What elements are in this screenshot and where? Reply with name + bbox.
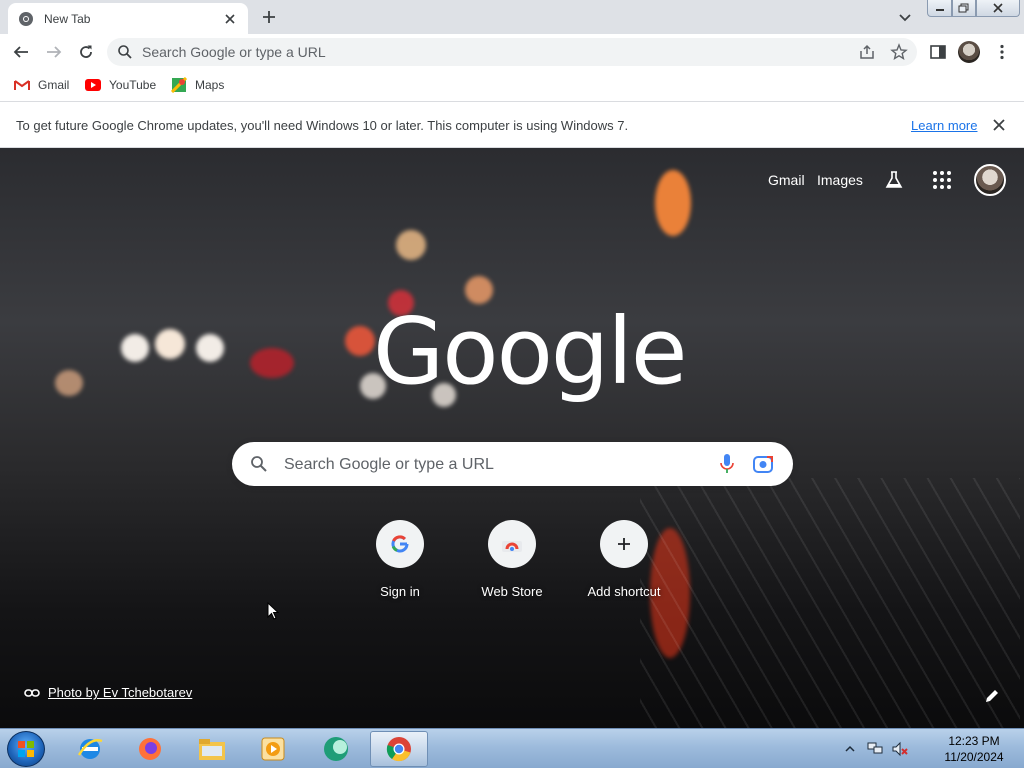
link-icon	[24, 688, 40, 697]
windows-taskbar: 12:23 PM 11/20/2024	[0, 728, 1024, 768]
google-lens-icon[interactable]	[752, 454, 774, 474]
volume-muted-icon[interactable]	[891, 741, 909, 757]
taskbar-file-explorer[interactable]	[186, 731, 238, 767]
microphone-icon[interactable]	[718, 453, 736, 475]
youtube-icon	[85, 79, 101, 91]
background-light	[55, 370, 83, 396]
close-tab-icon[interactable]	[222, 11, 238, 27]
menu-kebab-icon[interactable]	[993, 43, 1011, 61]
tab-search-chevron-icon[interactable]	[896, 8, 914, 26]
gmail-icon	[14, 80, 30, 90]
system-clock[interactable]: 12:23 PM 11/20/2024	[936, 733, 1012, 765]
back-arrow-icon[interactable]	[12, 43, 30, 61]
ntp-search-placeholder: Search Google or type a URL	[284, 456, 494, 473]
ntp-search-box[interactable]: Search Google or type a URL	[232, 442, 793, 486]
minimize-icon	[935, 9, 944, 11]
bookmark-gmail-label: Gmail	[38, 78, 70, 92]
browser-toolbar: Search Google or type a URL	[0, 34, 1024, 70]
wet-street-reflection	[640, 478, 1020, 728]
infobar-message: To get future Google Chrome updates, you…	[16, 118, 629, 133]
google-logo: Google	[373, 298, 687, 405]
taskbar-internet-explorer[interactable]	[64, 731, 116, 767]
shortcut-add-label: Add shortcut	[587, 584, 661, 599]
background-light	[250, 348, 294, 378]
taskbar-firefox[interactable]	[124, 731, 176, 767]
close-infobar-icon[interactable]	[992, 118, 1006, 132]
window-controls	[927, 0, 1020, 18]
clock-date: 11/20/2024	[944, 750, 1004, 764]
bookmarks-bar: Gmail YouTube Maps	[0, 70, 1024, 102]
gmail-link[interactable]: Gmail	[768, 172, 805, 188]
shortcut-web-store[interactable]: Web Store	[456, 520, 568, 610]
network-icon[interactable]	[866, 741, 884, 757]
clock-time: 12:23 PM	[948, 734, 1000, 748]
learn-more-link[interactable]: Learn more	[911, 118, 977, 133]
bookmark-maps-label: Maps	[195, 78, 225, 92]
shortcut-sign-in-label: Sign in	[380, 584, 420, 599]
shortcut-add[interactable]: Add shortcut	[568, 520, 680, 610]
restore-button[interactable]	[952, 0, 976, 17]
plus-icon	[618, 538, 630, 550]
taskbar-app[interactable]	[310, 731, 362, 767]
chrome-favicon-icon	[19, 11, 33, 26]
account-avatar[interactable]	[974, 164, 1006, 196]
mouse-cursor-icon	[267, 602, 279, 620]
chrome-web-store-icon	[502, 541, 522, 552]
taskbar-chrome[interactable]	[370, 731, 428, 767]
images-link[interactable]: Images	[817, 172, 863, 188]
shortcut-add-circle	[600, 520, 648, 568]
search-icon	[251, 456, 267, 472]
bookmark-youtube[interactable]: YouTube	[85, 76, 156, 94]
forward-arrow-icon[interactable]	[45, 43, 63, 61]
background-light	[345, 326, 375, 356]
background-light	[396, 230, 426, 260]
close-window-icon	[993, 3, 1003, 13]
bookmark-gmail[interactable]: Gmail	[14, 76, 69, 94]
pencil-customize-icon[interactable]	[984, 688, 1000, 704]
minimize-button[interactable]	[927, 0, 952, 17]
shortcut-sign-in[interactable]: Sign in	[344, 520, 456, 610]
new-tab-plus-icon[interactable]	[259, 7, 279, 27]
tab-title: New Tab	[44, 11, 91, 26]
start-button[interactable]	[7, 731, 45, 767]
profile-avatar[interactable]	[958, 41, 980, 63]
background-light	[155, 329, 185, 359]
photo-attribution[interactable]: Photo by Ev Tchebotarev	[24, 685, 192, 700]
close-window-button[interactable]	[976, 0, 1020, 17]
search-icon	[118, 45, 132, 59]
show-hidden-icons-icon[interactable]	[845, 745, 855, 753]
tab-strip: New Tab	[0, 0, 1024, 34]
bookmark-star-icon[interactable]	[890, 43, 908, 61]
background-light	[121, 334, 149, 362]
apps-grid-icon[interactable]	[932, 170, 952, 190]
background-light	[196, 334, 224, 362]
photo-attribution-text: Photo by Ev Tchebotarev	[48, 685, 193, 700]
maps-icon	[171, 77, 187, 93]
share-icon[interactable]	[858, 43, 876, 61]
bookmark-maps[interactable]: Maps	[171, 76, 224, 94]
address-bar[interactable]: Search Google or type a URL	[107, 38, 917, 66]
taskbar-media-player[interactable]	[247, 731, 299, 767]
media-player-icon	[261, 737, 285, 761]
address-bar-placeholder: Search Google or type a URL	[142, 44, 326, 60]
google-g-icon	[391, 535, 409, 553]
reload-icon[interactable]	[77, 43, 95, 61]
app-icon	[324, 737, 348, 761]
side-panel-icon[interactable]	[929, 43, 947, 61]
labs-flask-icon[interactable]	[884, 170, 904, 190]
background-light	[655, 170, 691, 236]
firefox-icon	[139, 738, 161, 760]
new-tab-page: Gmail Images Google Search Google or typ…	[0, 148, 1024, 728]
bookmark-youtube-label: YouTube	[109, 78, 157, 92]
restore-icon	[958, 3, 969, 13]
shortcut-web-store-circle	[488, 520, 536, 568]
chrome-icon	[386, 737, 411, 762]
shortcut-web-store-label: Web Store	[481, 584, 543, 599]
shortcut-sign-in-circle	[376, 520, 424, 568]
update-infobar: To get future Google Chrome updates, you…	[0, 102, 1024, 148]
tab-new-tab[interactable]: New Tab	[8, 3, 248, 34]
internet-explorer-icon	[77, 739, 103, 759]
windows-logo-icon	[18, 741, 34, 757]
file-explorer-icon	[199, 739, 225, 760]
